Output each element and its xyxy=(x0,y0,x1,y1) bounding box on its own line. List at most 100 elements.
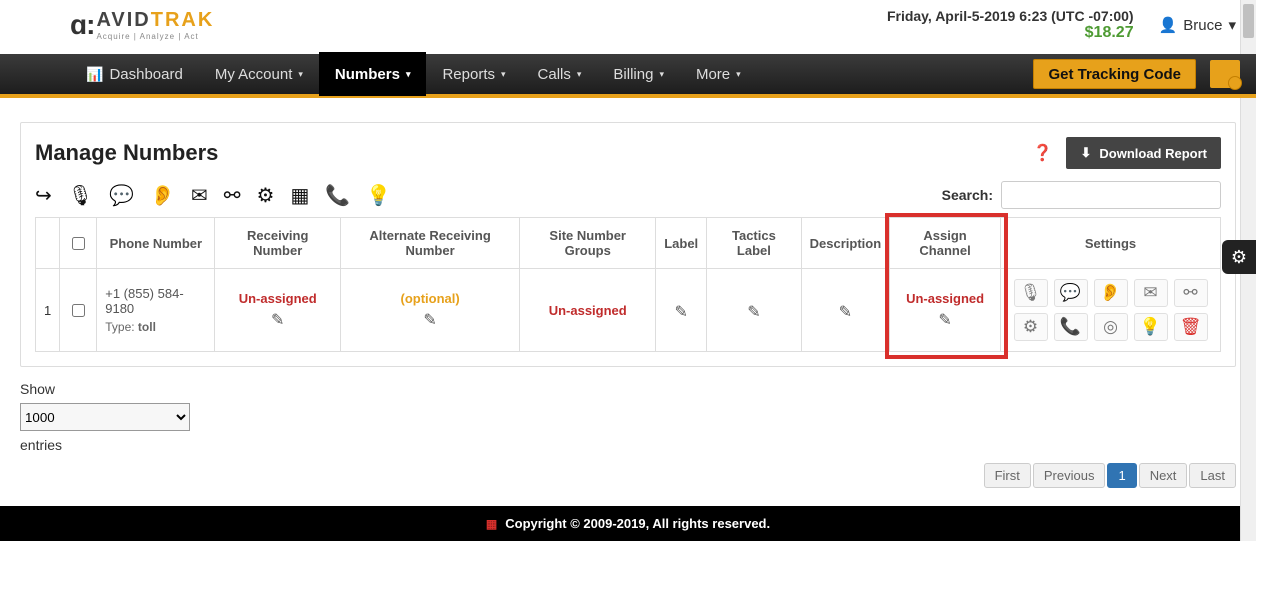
col-alternate[interactable]: Alternate Receiving Number xyxy=(341,218,520,269)
speech-bubble-icon[interactable]: 💬 xyxy=(109,183,134,208)
col-site-groups[interactable]: Site Number Groups xyxy=(520,218,656,269)
nav-calls[interactable]: Calls xyxy=(522,52,598,96)
edit-icon[interactable]: ✎ xyxy=(810,302,882,322)
nav-numbers[interactable]: Numbers xyxy=(319,52,427,96)
search-input[interactable] xyxy=(1001,181,1221,209)
numbers-table: Phone Number Receiving Number Alternate … xyxy=(35,217,1221,352)
chevron-down-icon xyxy=(501,69,506,80)
table-header-row: Phone Number Receiving Number Alternate … xyxy=(36,218,1221,269)
help-icon[interactable]: ❓ xyxy=(1033,143,1053,163)
lightbulb-icon[interactable]: 💡 xyxy=(1134,313,1168,341)
chevron-down-icon xyxy=(406,69,411,80)
caller-id-icon[interactable]: 📞 xyxy=(1054,313,1088,341)
show-entries-select[interactable]: 1000 xyxy=(20,403,190,431)
download-report-label: Download Report xyxy=(1099,146,1207,161)
page-current[interactable]: 1 xyxy=(1107,463,1136,488)
settings-float-icon[interactable]: ⚙ xyxy=(1222,240,1256,274)
cell-receiving: Un-assigned ✎ xyxy=(215,269,341,352)
caller-id-icon[interactable]: 📞 xyxy=(325,183,350,208)
cell-tactics: ✎ xyxy=(707,269,801,352)
speech-bubble-icon[interactable]: 💬 xyxy=(1054,279,1088,307)
table-row: 1 +1 (855) 584-9180 Type: toll Un-assign… xyxy=(36,269,1221,352)
chevron-down-icon xyxy=(298,69,303,80)
manage-numbers-panel: Manage Numbers ❓ ⬇ Download Report ↪ 🎙 💬… xyxy=(20,122,1236,367)
microphone-icon[interactable]: 🎙 xyxy=(68,183,93,208)
cell-phone-number: +1 (855) 584-9180 Type: toll xyxy=(97,269,215,352)
page-prev-button[interactable]: Previous xyxy=(1033,463,1106,488)
cell-description: ✎ xyxy=(801,269,890,352)
gear-icon[interactable]: ⚙ xyxy=(257,183,275,208)
edit-icon[interactable]: ✎ xyxy=(349,310,511,330)
receiving-value: Un-assigned xyxy=(239,291,317,306)
page-last-button[interactable]: Last xyxy=(1189,463,1236,488)
select-all-checkbox[interactable] xyxy=(72,237,85,250)
show-label-top: Show xyxy=(20,381,1236,397)
datetime-label: Friday, April-5-2019 6:23 (UTC -07:00) xyxy=(887,8,1134,24)
voicemail-icon[interactable]: ⚯ xyxy=(224,183,241,208)
footer-text: Copyright © 2009-2019, All rights reserv… xyxy=(505,516,770,531)
col-phone-number[interactable]: Phone Number xyxy=(97,218,215,269)
nav-reports[interactable]: Reports xyxy=(426,52,521,96)
download-icon: ⬇ xyxy=(1080,145,1091,161)
assign-channel-value: Un-assigned xyxy=(906,291,984,306)
logo-text-avid: AVID xyxy=(96,9,150,31)
email-icon[interactable]: ✉ xyxy=(191,183,208,208)
home-folder-icon[interactable] xyxy=(1210,60,1240,88)
email-icon[interactable]: ✉ xyxy=(1134,279,1168,307)
top-bar: ɑ: AVIDTRAK Acquire | Analyze | Act Frid… xyxy=(0,0,1256,54)
nav-more[interactable]: More xyxy=(680,52,757,96)
nav-my-account[interactable]: My Account xyxy=(199,52,319,96)
trash-icon[interactable]: 🗑 xyxy=(1174,313,1208,341)
search-label: Search: xyxy=(942,187,993,203)
ear-icon[interactable]: 👂 xyxy=(1094,279,1128,307)
chevron-down-icon xyxy=(577,69,582,80)
user-menu[interactable]: 👤 Bruce xyxy=(1159,16,1236,34)
edit-icon[interactable]: ✎ xyxy=(715,302,792,322)
nav-billing[interactable]: Billing xyxy=(597,52,680,96)
user-icon: 👤 xyxy=(1159,16,1178,34)
main-nav: Dashboard My Account Numbers Reports Cal… xyxy=(0,54,1256,98)
logo-text-trak: TRAK xyxy=(151,9,215,31)
chevron-down-icon xyxy=(1228,16,1236,34)
edit-icon[interactable]: ✎ xyxy=(223,310,332,330)
cell-alternate: (optional) ✎ xyxy=(341,269,520,352)
user-name: Bruce xyxy=(1183,17,1222,34)
col-checkbox xyxy=(60,218,97,269)
forward-icon[interactable]: ↪ xyxy=(35,183,52,208)
gear-icon[interactable]: ⚙ xyxy=(1014,313,1048,341)
target-icon[interactable]: ◎ xyxy=(1094,313,1128,341)
logo-subtitle: Acquire | Analyze | Act xyxy=(96,32,214,41)
col-receiving[interactable]: Receiving Number xyxy=(215,218,341,269)
col-assign-channel[interactable]: Assign Channel xyxy=(890,218,1001,269)
balance-label: $18.27 xyxy=(887,24,1134,42)
logo-mark-icon: ɑ: xyxy=(70,9,94,41)
col-settings[interactable]: Settings xyxy=(1001,218,1221,269)
col-tactics-label[interactable]: Tactics Label xyxy=(707,218,801,269)
lightbulb-icon[interactable]: 💡 xyxy=(366,183,391,208)
dashboard-icon xyxy=(86,66,103,83)
page-title: Manage Numbers xyxy=(35,140,218,166)
page-first-button[interactable]: First xyxy=(984,463,1031,488)
grid-icon[interactable]: ▦ xyxy=(290,183,309,208)
voicemail-icon[interactable]: ⚯ xyxy=(1174,279,1208,307)
col-description[interactable]: Description xyxy=(801,218,890,269)
cell-label: ✎ xyxy=(656,269,707,352)
footer: ▦ Copyright © 2009-2019, All rights rese… xyxy=(0,506,1256,541)
grid-icon: ▦ xyxy=(486,517,497,531)
col-index xyxy=(36,218,60,269)
edit-icon[interactable]: ✎ xyxy=(664,302,698,322)
scroll-thumb[interactable] xyxy=(1243,4,1254,38)
microphone-icon[interactable]: 🎙 xyxy=(1014,279,1048,307)
logo[interactable]: ɑ: AVIDTRAK Acquire | Analyze | Act xyxy=(70,9,214,41)
get-tracking-code-button[interactable]: Get Tracking Code xyxy=(1033,59,1196,89)
col-label[interactable]: Label xyxy=(656,218,707,269)
type-label: Type: xyxy=(105,320,138,334)
nav-dashboard[interactable]: Dashboard xyxy=(70,52,199,96)
chevron-down-icon xyxy=(736,69,741,80)
edit-icon[interactable]: ✎ xyxy=(898,310,992,330)
row-checkbox[interactable] xyxy=(72,304,85,317)
ear-icon[interactable]: 👂 xyxy=(150,183,175,208)
page-next-button[interactable]: Next xyxy=(1139,463,1188,488)
download-report-button[interactable]: ⬇ Download Report xyxy=(1066,137,1221,169)
cell-settings: 🎙 💬 👂 ✉ ⚯ ⚙ 📞 ◎ 💡 🗑 xyxy=(1001,269,1221,352)
